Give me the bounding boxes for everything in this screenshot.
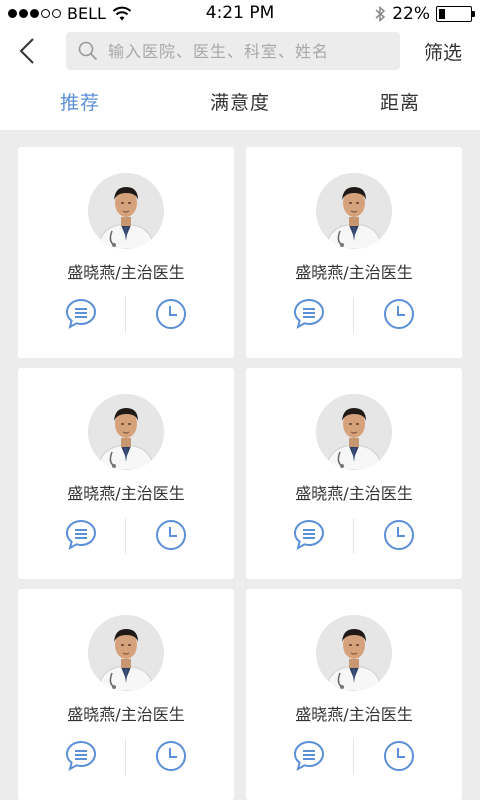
tab-recommended[interactable]: 推荐 [0,74,160,130]
doctor-card[interactable]: 盛晓燕/主治医生 [18,589,234,800]
appointment-button[interactable] [154,518,188,552]
doctor-card[interactable]: 盛晓燕/主治医生 [246,147,462,358]
clock-icon [156,299,186,329]
appointment-button[interactable] [154,739,188,773]
doctor-card[interactable]: 盛晓燕/主治医生 [246,368,462,579]
doctor-card[interactable]: 盛晓燕/主治医生 [246,589,462,800]
doctor-name: 盛晓燕/主治医生 [295,705,413,724]
doctor-name: 盛晓燕/主治医生 [67,263,185,282]
battery-icon [436,6,475,22]
doctor-avatar [316,394,392,470]
chat-bubble-icon [293,740,325,772]
action-divider [125,739,126,775]
chat-bubble-icon [65,519,97,551]
action-divider [125,518,126,554]
tab-satisfaction[interactable]: 满意度 [160,74,320,130]
card-actions [246,739,462,775]
chat-bubble-icon [293,298,325,330]
search-icon [78,41,98,61]
doctor-avatar [316,173,392,249]
chat-bubble-icon [65,298,97,330]
status-bar: BELL 4:21 PM 22% [0,0,480,28]
doctor-avatar [88,173,164,249]
appointment-button[interactable] [382,297,416,331]
card-actions [246,518,462,554]
doctor-card[interactable]: 盛晓燕/主治医生 [18,147,234,358]
chat-bubble-icon [65,740,97,772]
consult-button[interactable] [292,739,326,773]
appointment-button[interactable] [154,297,188,331]
search-input[interactable] [108,41,388,61]
clock-icon [156,520,186,550]
bluetooth-icon [375,5,386,23]
filter-button[interactable]: 筛选 [424,38,462,65]
doctor-name: 盛晓燕/主治医生 [67,484,185,503]
doctor-avatar [88,615,164,691]
doctor-avatar [88,394,164,470]
card-actions [18,739,234,775]
clock-icon [384,299,414,329]
card-actions [18,518,234,554]
status-right: 22% [374,4,475,24]
doctor-name: 盛晓燕/主治医生 [67,705,185,724]
battery-percent: 22% [392,4,430,24]
appointment-button[interactable] [382,739,416,773]
consult-button[interactable] [64,518,98,552]
doctor-avatar [316,615,392,691]
search-box[interactable] [66,32,400,70]
consult-button[interactable] [64,739,98,773]
nav-bar: 筛选 [0,28,480,74]
card-actions [18,297,234,333]
doctor-name: 盛晓燕/主治医生 [295,484,413,503]
back-chevron-icon[interactable] [16,36,40,66]
doctor-name: 盛晓燕/主治医生 [295,263,413,282]
doctor-card[interactable]: 盛晓燕/主治医生 [18,368,234,579]
appointment-button[interactable] [382,518,416,552]
action-divider [353,518,354,554]
sort-tabs: 推荐 满意度 距离 [0,74,480,130]
chat-bubble-icon [293,519,325,551]
action-divider [353,739,354,775]
consult-button[interactable] [292,297,326,331]
clock-icon [384,520,414,550]
consult-button[interactable] [64,297,98,331]
card-actions [246,297,462,333]
clock-icon [384,741,414,771]
consult-button[interactable] [292,518,326,552]
clock-icon [156,741,186,771]
action-divider [353,297,354,333]
action-divider [125,297,126,333]
tab-distance[interactable]: 距离 [320,74,480,130]
